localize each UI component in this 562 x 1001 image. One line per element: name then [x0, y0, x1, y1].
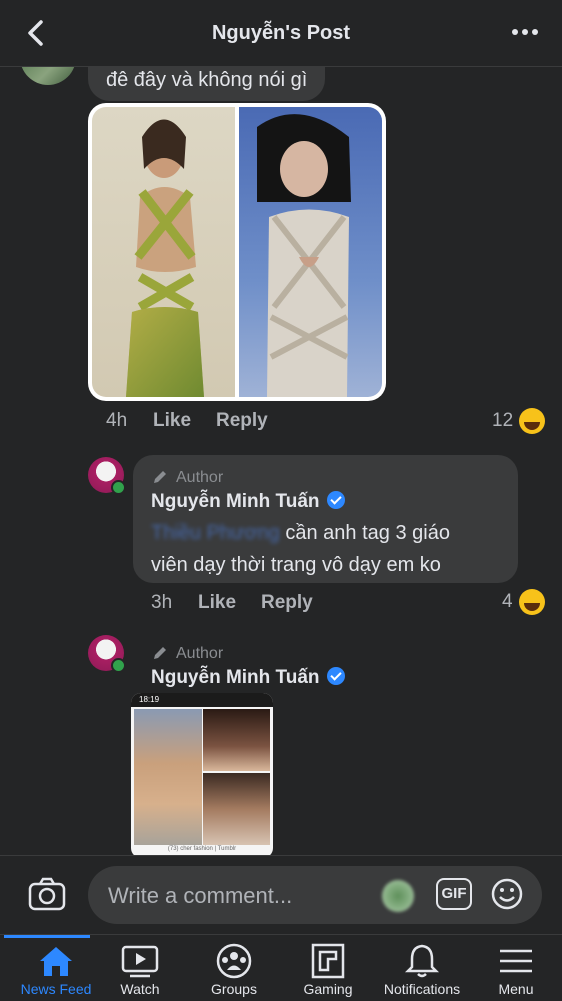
verified-badge-icon	[326, 667, 345, 685]
camera-icon[interactable]	[28, 877, 66, 911]
comment-input-box: GIF	[88, 866, 542, 924]
screenshot-status-bar: 18:19	[131, 693, 273, 707]
screenshot-caption: (73) cher fashion | Tumblr	[167, 846, 237, 852]
photo-left-half	[92, 107, 235, 397]
author-badge: Author	[176, 469, 224, 486]
screenshot-photo	[134, 709, 202, 845]
pencil-icon	[154, 647, 166, 659]
avatar-sticker-icon[interactable]	[382, 880, 414, 912]
avatar[interactable]	[88, 635, 126, 673]
top-navigation-bar: Nguyễn's Post	[0, 0, 562, 67]
like-button[interactable]: Like	[153, 410, 191, 432]
pencil-icon	[154, 471, 166, 483]
comment-photo[interactable]	[88, 103, 386, 401]
online-status-dot	[111, 658, 126, 673]
bell-icon	[404, 944, 440, 978]
comment-composer: GIF	[0, 855, 562, 934]
commenter-name[interactable]: Nguyễn Minh Tuấn	[151, 491, 345, 513]
reaction-summary[interactable]: 4	[502, 589, 545, 615]
tab-menu[interactable]: Menu	[460, 935, 562, 1001]
online-status-dot	[111, 480, 126, 495]
comment-bubble[interactable]: đê đây và không nói gì	[88, 67, 326, 101]
reaction-count: 12	[492, 410, 514, 432]
reply-button[interactable]: Reply	[261, 592, 313, 614]
comment-time: 3h	[151, 592, 173, 613]
screenshot-photo	[203, 773, 270, 845]
page-title: Nguyễn's Post	[211, 22, 351, 44]
avatar[interactable]	[88, 457, 126, 495]
laugh-emoji-icon	[518, 589, 545, 615]
screenshot-photo	[203, 709, 270, 771]
video-icon	[121, 945, 159, 978]
commenter-avatar[interactable]	[20, 67, 76, 85]
reaction-count: 4	[502, 591, 513, 613]
comment-screenshot[interactable]: 18:19 (73) cher fashion | Tumblr	[131, 693, 273, 855]
bottom-tab-bar: News Feed Watch Groups Gaming Notificati…	[0, 934, 562, 1001]
more-horizontal-icon[interactable]	[510, 22, 540, 42]
tagged-user-link[interactable]: Thiều Phương	[151, 522, 280, 544]
comment-thread: đê đây và không nói gì 4h Like Reply 12 …	[0, 67, 562, 855]
reaction-summary[interactable]: 12	[492, 408, 546, 434]
reply-button[interactable]: Reply	[216, 410, 268, 432]
comment-text: Thiều Phương cần anh tag 3 giáo viên dạy…	[151, 522, 450, 576]
home-icon	[40, 947, 72, 976]
like-button[interactable]: Like	[198, 592, 236, 614]
comment-time: 4h	[106, 410, 128, 431]
verified-badge-icon	[326, 491, 345, 509]
tab-label: Menu	[498, 981, 534, 997]
photo-right-half	[239, 107, 382, 397]
laugh-emoji-icon	[519, 408, 546, 434]
smiley-icon[interactable]	[490, 877, 524, 911]
menu-icon	[500, 949, 532, 973]
author-badge: Author	[176, 645, 224, 662]
gaming-icon	[311, 943, 345, 979]
groups-icon	[216, 943, 252, 979]
gif-button[interactable]: GIF	[436, 878, 472, 910]
comment-input[interactable]	[106, 878, 370, 914]
commenter-name[interactable]: Nguyễn Minh Tuấn	[151, 667, 345, 689]
